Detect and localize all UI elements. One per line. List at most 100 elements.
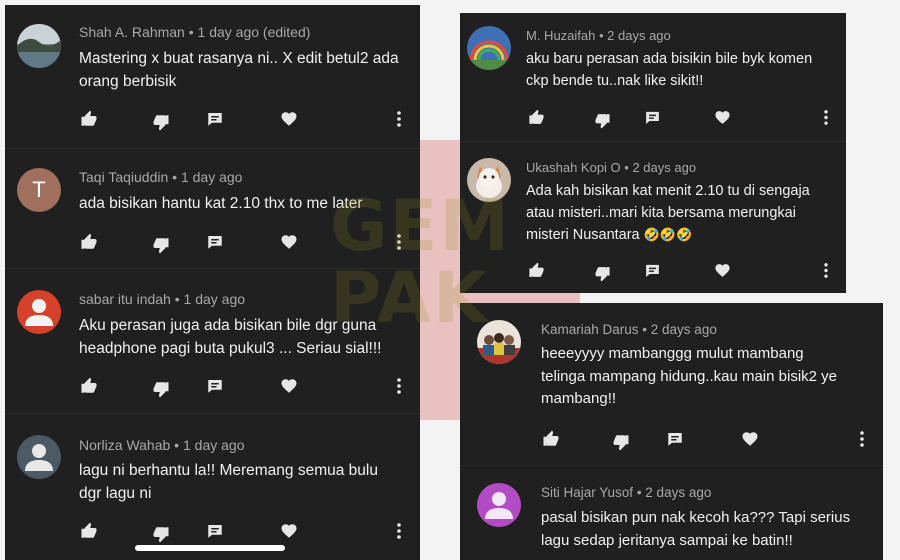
- heart-button[interactable]: [712, 260, 732, 280]
- thumbs-up-icon: [528, 109, 544, 124]
- comment-actions: [79, 521, 409, 544]
- reply-icon: [208, 525, 222, 538]
- thumbs-up-icon: [81, 377, 97, 393]
- comment-text: Mastering x buat rasanya ni.. X edit bet…: [79, 47, 399, 93]
- reply-icon: [645, 264, 659, 277]
- comment-text-line: headphone pagi buta pukul3 ... Seriau si…: [79, 340, 382, 357]
- comment-meta: sabar itu indah • 1 day ago: [79, 291, 246, 307]
- heart-button[interactable]: [279, 521, 299, 541]
- more-options-button[interactable]: [389, 376, 409, 396]
- comment-meta: Shah A. Rahman • 1 day ago (edited): [79, 24, 311, 40]
- reply-icon: [208, 380, 222, 393]
- comment-text-line: telinga mampang hidung..kau main bisik2 …: [541, 367, 838, 385]
- comment-actions: [526, 260, 836, 283]
- dislike-button[interactable]: [592, 110, 612, 130]
- comment-item: sabar itu indah • 1 day ago Aku perasan …: [5, 268, 420, 414]
- avatar[interactable]: [477, 483, 521, 527]
- more-options-button[interactable]: [852, 429, 872, 449]
- comment-item: Norliza Wahab • 1 day ago lagu ni berhan…: [5, 413, 420, 560]
- dislike-button[interactable]: [611, 432, 631, 452]
- more-options-button[interactable]: [816, 260, 836, 280]
- comment-item: M. Huzaifah • 2 days ago aku baru perasa…: [460, 13, 846, 142]
- more-vert-icon: [397, 378, 401, 394]
- comment-text-line: dgr lagu ni: [79, 485, 152, 502]
- reply-button[interactable]: [642, 107, 662, 127]
- reply-button[interactable]: [205, 232, 225, 252]
- group-photo-avatar-image: [477, 320, 521, 364]
- heart-button[interactable]: [712, 107, 732, 127]
- like-button[interactable]: [526, 260, 546, 280]
- thumbs-down-icon: [594, 266, 610, 281]
- comment-text-line: lagu ni berhantu la!! Meremang semua bul…: [79, 462, 378, 479]
- comment-meta: Ukashah Kopi O • 2 days ago: [526, 160, 697, 175]
- like-button[interactable]: [526, 107, 546, 127]
- thumbs-up-icon: [81, 233, 97, 249]
- cat-avatar-image: [467, 158, 511, 202]
- comment-author[interactable]: Norliza Wahab: [79, 437, 170, 453]
- dislike-button[interactable]: [151, 235, 171, 255]
- comment-author[interactable]: Shah A. Rahman: [79, 24, 185, 40]
- reply-button[interactable]: [205, 109, 225, 129]
- dislike-button[interactable]: [151, 112, 171, 132]
- thumbs-down-icon: [153, 115, 169, 131]
- comment-text: Ada kah bisikan kat menit 2.10 tu di sen…: [526, 180, 810, 247]
- avatar[interactable]: [17, 435, 61, 479]
- comment-text-line: atau misteri..mari kita bersama merungka…: [526, 205, 796, 221]
- heart-button[interactable]: [740, 429, 760, 449]
- comment-author[interactable]: Kamariah Darus: [541, 322, 639, 337]
- avatar[interactable]: T: [17, 168, 61, 212]
- comment-text-line: ckp bende tu..nak like sikit!!: [526, 73, 704, 89]
- reply-icon: [208, 113, 222, 126]
- comments-panel-right-bottom: Kamariah Darus • 2 days ago heeeyyyy mam…: [460, 303, 883, 560]
- more-vert-icon: [397, 111, 401, 127]
- avatar[interactable]: [467, 26, 511, 70]
- comment-text-line: pasal bisikan pun nak kecoh ka??? Tapi s…: [541, 509, 851, 526]
- like-button[interactable]: [79, 232, 99, 252]
- comment-meta: Siti Hajar Yusof • 2 days ago: [541, 485, 712, 500]
- avatar[interactable]: [17, 24, 61, 68]
- comment-text-line: Aku perasan juga ada bisikan bile dgr gu…: [79, 317, 377, 334]
- reply-button[interactable]: [642, 260, 662, 280]
- default-user-icon: [25, 444, 53, 471]
- comment-author[interactable]: Taqi Taqiuddin: [79, 169, 168, 185]
- reply-button[interactable]: [205, 521, 225, 541]
- thumbs-up-icon: [81, 110, 97, 126]
- comment-author[interactable]: Ukashah Kopi O: [526, 160, 621, 175]
- heart-button[interactable]: [279, 376, 299, 396]
- dislike-button[interactable]: [592, 263, 612, 283]
- comment-author[interactable]: Siti Hajar Yusof: [541, 485, 633, 500]
- heart-icon: [281, 524, 297, 538]
- comment-text-line: orang berbisik: [79, 73, 177, 90]
- avatar[interactable]: [477, 320, 521, 364]
- rainbow-avatar-image: [467, 26, 511, 70]
- more-vert-icon: [824, 262, 828, 278]
- like-button[interactable]: [79, 521, 99, 541]
- comment-item: T Taqi Taqiuddin • 1 day ago ada bisikan…: [5, 148, 420, 269]
- comment-meta: Norliza Wahab • 1 day ago: [79, 437, 245, 453]
- heart-button[interactable]: [279, 232, 299, 252]
- like-button[interactable]: [79, 109, 99, 129]
- home-indicator-bar[interactable]: [135, 545, 285, 551]
- heart-icon: [281, 379, 297, 393]
- more-vert-icon: [824, 109, 828, 125]
- comment-author[interactable]: sabar itu indah: [79, 291, 171, 307]
- more-options-button[interactable]: [389, 109, 409, 129]
- more-options-button[interactable]: [389, 232, 409, 252]
- comment-actions: [526, 107, 836, 130]
- laughing-emoji: 🤣🤣🤣: [643, 228, 693, 243]
- reply-button[interactable]: [205, 376, 225, 396]
- comment-author[interactable]: M. Huzaifah: [526, 28, 595, 43]
- more-options-button[interactable]: [816, 107, 836, 127]
- more-options-button[interactable]: [389, 521, 409, 541]
- avatar[interactable]: [467, 158, 511, 202]
- reply-button[interactable]: [665, 429, 685, 449]
- heart-button[interactable]: [279, 109, 299, 129]
- comment-text-line: heeeyyyy mambanggg mulut mambang: [541, 345, 804, 362]
- like-button[interactable]: [541, 429, 561, 449]
- comment-text-line: lagu sedap jeritanya sampai ke batin!!: [541, 531, 793, 549]
- avatar[interactable]: [17, 290, 61, 334]
- dislike-button[interactable]: [151, 379, 171, 399]
- thumbs-down-icon: [153, 382, 169, 398]
- dislike-button[interactable]: [151, 524, 171, 544]
- like-button[interactable]: [79, 376, 99, 396]
